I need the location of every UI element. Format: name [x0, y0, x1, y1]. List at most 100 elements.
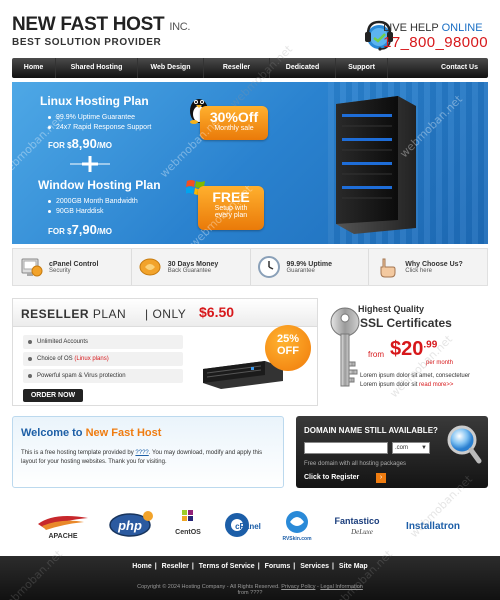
svg-text:Installatron: Installatron — [406, 521, 460, 532]
ssl-from-label: from — [368, 350, 384, 359]
cpanel-logo-icon[interactable]: cPanel — [222, 510, 264, 540]
reseller-header: RESELLER PLAN | ONLY $6.50 — [13, 299, 317, 327]
linux-plan-features: 99.9% Uptime Guarantee 24x7 Rapid Respon… — [48, 114, 151, 134]
money-icon — [139, 258, 161, 276]
ssl-per-month: per month — [426, 360, 454, 366]
discount-badge[interactable]: 25% OFF — [265, 325, 311, 371]
register-link[interactable]: Click to Register — [304, 474, 359, 481]
apache-logo-icon[interactable]: APACHE — [34, 510, 92, 540]
domain-search-input[interactable] — [304, 442, 388, 454]
footer-link-home[interactable]: Home — [132, 563, 151, 570]
feature-cpanel[interactable]: cPanel Control Security — [13, 249, 132, 285]
footer-links: Home | Reseller | Terms of Service | Forums… — [132, 563, 368, 570]
svg-text:DeLuxe: DeLuxe — [350, 528, 373, 536]
reseller-features: Unlimited Accounts Choice of OS (Linux p… — [23, 335, 183, 386]
site-logo[interactable]: NEW FAST HOST INC. BEST SOLUTION PROVIDE… — [12, 14, 190, 48]
copyright-from: from ???? — [237, 590, 263, 596]
magnifier-icon — [447, 425, 482, 464]
domain-title: DOMAIN NAME STILL AVAILABLE? — [304, 426, 438, 435]
sale-badge[interactable]: 30%Off Monthly sale — [200, 106, 268, 140]
welcome-title: Welcome to New Fast Host — [21, 427, 162, 439]
reseller-price: $6.50 — [199, 304, 235, 320]
welcome-box: Welcome to New Fast Host This is a free … — [12, 416, 284, 488]
centos-logo-icon[interactable]: CentOS — [170, 508, 206, 542]
clock-icon — [257, 256, 280, 278]
register-arrow-button[interactable]: › — [376, 473, 386, 483]
footer-link-services[interactable]: Services — [300, 563, 329, 570]
nav-item-reseller[interactable]: Reseller — [204, 58, 270, 78]
linux-plan-price: FOR $8,90/MO — [48, 136, 112, 151]
svg-text:CentOS: CentOS — [175, 529, 201, 536]
order-now-button[interactable]: ORDER NOW — [23, 389, 83, 402]
provider-link[interactable]: ???? — [135, 450, 148, 456]
cpanel-icon — [21, 258, 43, 277]
online-status: ONLINE — [441, 22, 483, 34]
hero-banner: Linux Hosting Plan 99.9% Uptime Guarante… — [12, 82, 488, 244]
main-nav: Home Shared Hosting Web Design Reseller … — [12, 58, 488, 78]
features-bar: cPanel Control Security 30 Days Money Back… — [12, 248, 488, 286]
live-help-label: LIVE HELP — [383, 22, 439, 34]
list-item: Unlimited Accounts — [23, 335, 183, 349]
tld-select[interactable]: .com ▼ — [392, 442, 430, 454]
feature-uptime[interactable]: 99.9% Uptime Guarantee — [251, 249, 370, 285]
legal-info-link[interactable]: Legal Information — [320, 584, 363, 590]
feature-why-choose-us[interactable]: Why Choose Us? Click here — [369, 249, 487, 285]
read-more-link[interactable]: read more>> — [419, 382, 453, 388]
key-icon — [330, 307, 360, 387]
copyright: Copyright © 2024 Hosting Company - All R… — [0, 584, 500, 596]
svg-text:cPanel: cPanel — [235, 522, 261, 531]
nav-item-home[interactable]: Home — [12, 58, 56, 78]
feature-money-back[interactable]: 30 Days Money Back Guarantee — [132, 249, 251, 285]
logo-title: NEW FAST HOST INC. — [12, 14, 191, 35]
welcome-text: This is a free hosting template provided… — [21, 450, 263, 465]
windows-plan-features: 2000GB Month Bandwidth 90GB Harddisk — [48, 198, 138, 218]
footer-link-terms[interactable]: Terms of Service — [199, 563, 255, 570]
ssl-title: SSL Certificates — [360, 316, 452, 330]
reseller-only-label: | ONLY — [145, 307, 187, 321]
privacy-policy-link[interactable]: Privacy Policy — [281, 584, 315, 590]
pointer-hand-icon — [380, 258, 396, 278]
windows-plan-title[interactable]: Window Hosting Plan — [38, 178, 161, 192]
list-item: 24x7 Rapid Response Support — [48, 124, 151, 131]
list-item: 2000GB Month Bandwidth — [48, 198, 138, 205]
list-item: 90GB Harddisk — [48, 208, 138, 215]
ssl-subtitle: Highest Quality — [358, 304, 425, 314]
linux-plan-title[interactable]: Linux Hosting Plan — [40, 94, 149, 108]
plus-divider-icon — [70, 156, 110, 172]
nav-item-web-design[interactable]: Web Design — [138, 58, 204, 78]
list-item: 99.9% Uptime Guarantee — [48, 114, 151, 121]
site-header: NEW FAST HOST INC. BEST SOLUTION PROVIDE… — [0, 0, 500, 56]
nav-item-contact-us[interactable]: Contact Us — [388, 58, 488, 78]
live-help[interactable]: LIVE HELP ONLINE 17_800_98000 — [383, 22, 488, 51]
ssl-price: $20.99 — [390, 338, 438, 360]
svg-text:Fantastico: Fantastico — [334, 516, 380, 526]
reseller-plan-box: RESELLER PLAN | ONLY $6.50 Unlimited Acc… — [12, 298, 318, 406]
svg-text:php: php — [117, 518, 142, 533]
rvskin-logo-icon[interactable]: RVSkin.com — [280, 508, 314, 542]
footer-link-sitemap[interactable]: Site Map — [339, 563, 368, 570]
site-footer: Home | Reseller | Terms of Service | Forums… — [0, 556, 500, 600]
chevron-down-icon: ▼ — [421, 445, 427, 451]
ssl-promo[interactable]: Highest Quality SSL Certificates from $2… — [326, 298, 488, 406]
nav-item-support[interactable]: Support — [336, 58, 388, 78]
ssl-description: Lorem ipsum dolor sit amet, consectetuer… — [360, 373, 471, 388]
server-tower-image — [336, 96, 416, 234]
phone-number: 17_800_98000 — [383, 34, 488, 51]
svg-text:RVSkin.com: RVSkin.com — [282, 536, 312, 542]
list-item: Powerful spam & Virus protection — [23, 369, 183, 383]
domain-search-box: DOMAIN NAME STILL AVAILABLE? .com ▼ Free … — [296, 416, 488, 488]
reseller-title: RESELLER PLAN — [21, 307, 127, 321]
svg-text:APACHE: APACHE — [48, 533, 77, 540]
windows-plan-price: FOR $7,90/MO — [48, 222, 112, 237]
logo-tagline: BEST SOLUTION PROVIDER — [12, 37, 162, 48]
free-setup-badge[interactable]: FREE Setup with every plan — [198, 186, 264, 230]
nav-item-dedicated[interactable]: Dedicated — [270, 58, 336, 78]
nav-item-shared-hosting[interactable]: Shared Hosting — [56, 58, 138, 78]
footer-link-reseller[interactable]: Reseller — [162, 563, 189, 570]
php-logo-icon[interactable]: php — [108, 510, 154, 540]
footer-link-forums[interactable]: Forums — [265, 563, 291, 570]
installatron-logo-icon[interactable]: Installatron — [400, 510, 466, 540]
list-item: Choice of OS (Linux plans) — [23, 352, 183, 366]
fantastico-logo-icon[interactable]: Fantastico DeLuxe — [330, 510, 384, 540]
domain-note: Free domain with all hosting packages — [304, 461, 407, 467]
